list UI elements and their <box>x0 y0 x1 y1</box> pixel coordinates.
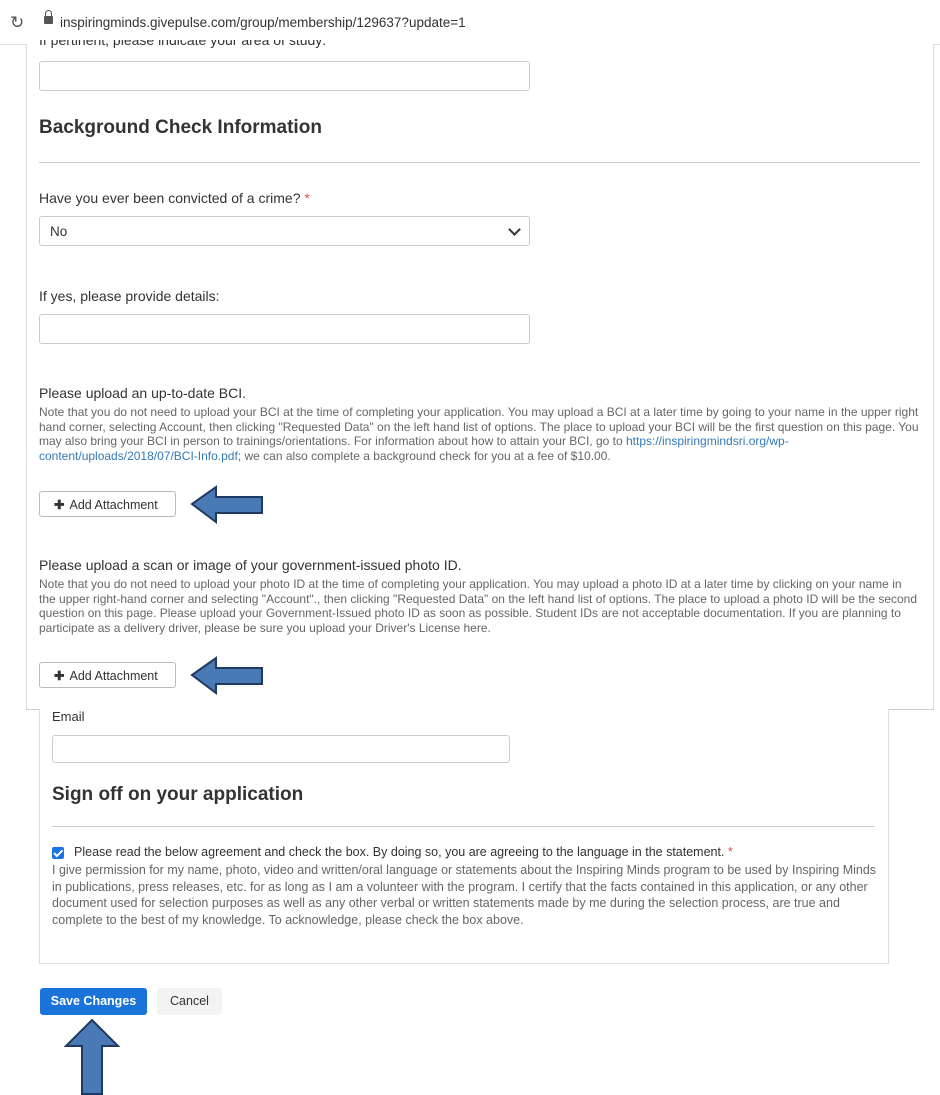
section-divider <box>52 826 875 827</box>
crime-select-value: No <box>50 224 68 239</box>
bci-add-attachment-button[interactable]: ✚ Add Attachment <box>39 491 176 517</box>
url-text[interactable]: inspiringminds.givepulse.com/group/membe… <box>60 15 466 30</box>
bci-label: Please upload an up-to-date BCI. <box>39 385 247 401</box>
agreement-label: Please read the below agreement and chec… <box>74 845 733 859</box>
chevron-down-icon <box>508 223 521 236</box>
save-changes-button[interactable]: Save Changes <box>40 988 147 1015</box>
bci-note: Note that you do not need to upload your… <box>39 405 919 463</box>
crime-select[interactable]: No <box>39 216 530 246</box>
plus-icon: ✚ <box>54 498 65 512</box>
photo-id-add-attachment-button[interactable]: ✚ Add Attachment <box>39 662 176 688</box>
area-of-study-label: If pertinent, please indicate your area … <box>39 40 327 48</box>
photo-id-label: Please upload a scan or image of your go… <box>39 557 462 573</box>
email-input[interactable] <box>52 735 510 763</box>
email-label: Email <box>52 709 85 724</box>
required-mark: * <box>304 190 310 206</box>
arrow-left-annotation <box>190 485 263 524</box>
lock-icon <box>44 10 53 26</box>
cancel-button[interactable]: Cancel <box>157 988 222 1015</box>
crime-question-label: Have you ever been convicted of a crime?… <box>39 190 310 206</box>
browser-address-bar: ↻ inspiringminds.givepulse.com/group/mem… <box>0 0 940 45</box>
details-label: If yes, please provide details: <box>39 288 220 304</box>
arrow-left-annotation <box>190 656 263 695</box>
signoff-title: Sign off on your application <box>52 784 304 805</box>
agreement-checkbox[interactable] <box>52 847 64 859</box>
photo-id-note: Note that you do not need to upload your… <box>39 577 918 635</box>
required-mark: * <box>727 845 733 859</box>
area-of-study-input[interactable] <box>39 61 530 91</box>
agreement-text: I give permission for my name, photo, vi… <box>52 863 877 927</box>
arrow-up-annotation <box>63 1018 121 1095</box>
plus-icon: ✚ <box>54 669 65 683</box>
background-check-title: Background Check Information <box>39 117 322 138</box>
reload-icon[interactable]: ↻ <box>10 13 24 33</box>
details-input[interactable] <box>39 314 530 344</box>
section-divider <box>39 162 920 163</box>
